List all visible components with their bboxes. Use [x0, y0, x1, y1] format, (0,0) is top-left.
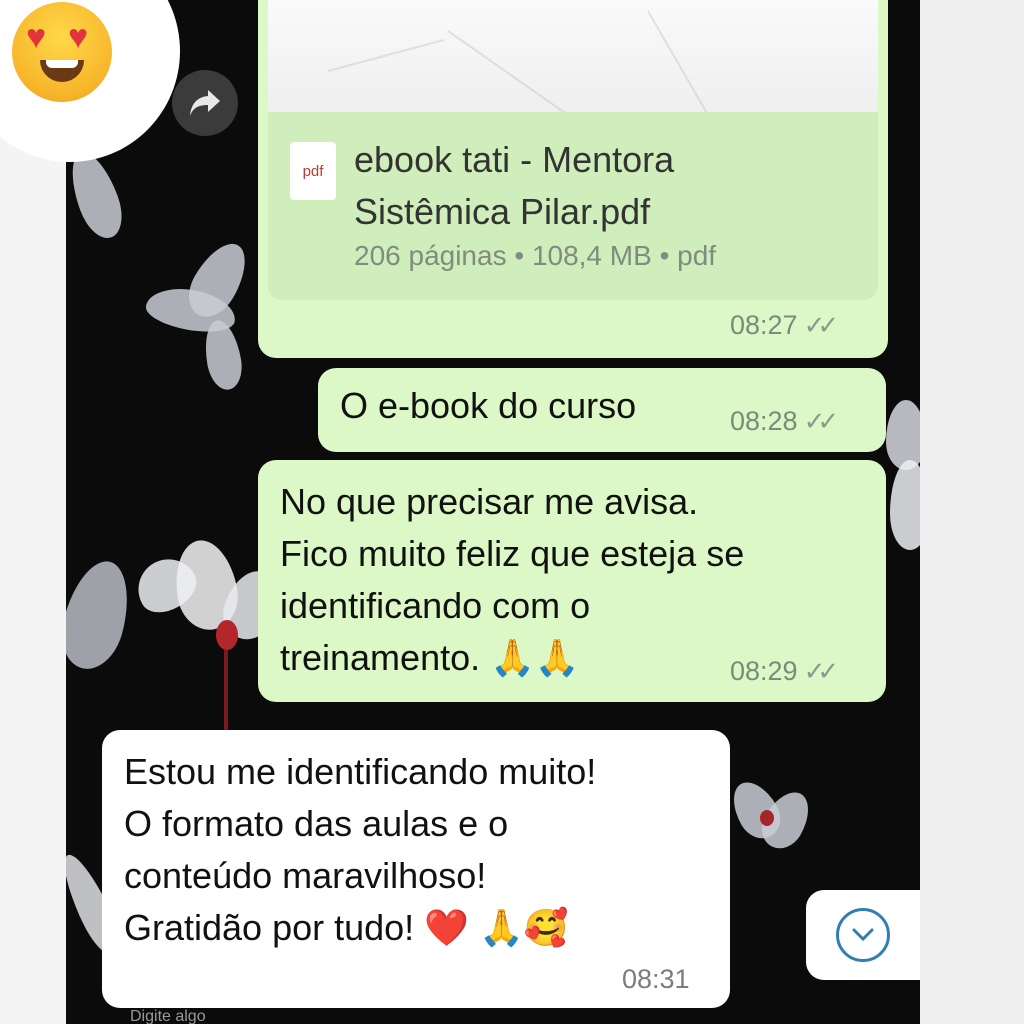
- message-text: No que precisar me avisa. Fico muito fel…: [280, 481, 745, 678]
- document-preview-image[interactable]: [268, 0, 878, 112]
- right-frame: [920, 0, 1024, 1024]
- message-input[interactable]: Digite algo: [130, 1008, 330, 1024]
- chevron-down-icon: [836, 908, 890, 962]
- message-meta: 08:27 ✓✓: [730, 310, 839, 341]
- pdf-file-icon: pdf: [290, 142, 336, 200]
- document-file-name: ebook tati - Mentora Sistêmica Pilar.pdf: [354, 139, 675, 232]
- scroll-to-bottom-button[interactable]: [806, 890, 920, 980]
- forward-button[interactable]: [172, 70, 238, 136]
- message-meta: 08:28 ✓✓: [730, 406, 839, 437]
- document-card[interactable]: pdf ebook tati - Mentora Sistêmica Pilar…: [268, 112, 878, 300]
- forward-arrow-icon: [190, 90, 220, 116]
- heart-eyes-emoji-icon: ♥ ♥: [12, 2, 112, 102]
- message-text: O e-book do curso: [340, 385, 637, 426]
- message-time: 08:31: [622, 964, 690, 994]
- message-time: 08:28: [730, 406, 798, 436]
- message-bubble-outgoing[interactable]: O e-book do curso 08:28 ✓✓: [318, 368, 886, 452]
- message-time: 08:27: [730, 310, 798, 340]
- message-bubble-incoming[interactable]: Estou me identificando muito! O formato …: [102, 730, 730, 1008]
- message-meta: 08:29 ✓✓: [730, 656, 839, 687]
- message-time: 08:29: [730, 656, 798, 686]
- message-bubble-outgoing[interactable]: No que precisar me avisa. Fico muito fel…: [258, 460, 886, 702]
- read-ticks-icon: ✓✓: [803, 310, 839, 340]
- document-file-info: 206 páginas • 108,4 MB • pdf: [354, 240, 717, 271]
- read-ticks-icon: ✓✓: [803, 656, 839, 686]
- message-meta: 08:31: [622, 964, 690, 995]
- read-ticks-icon: ✓✓: [803, 406, 839, 436]
- message-text: Estou me identificando muito! O formato …: [124, 751, 597, 948]
- document-message[interactable]: pdf ebook tati - Mentora Sistêmica Pilar…: [258, 0, 888, 358]
